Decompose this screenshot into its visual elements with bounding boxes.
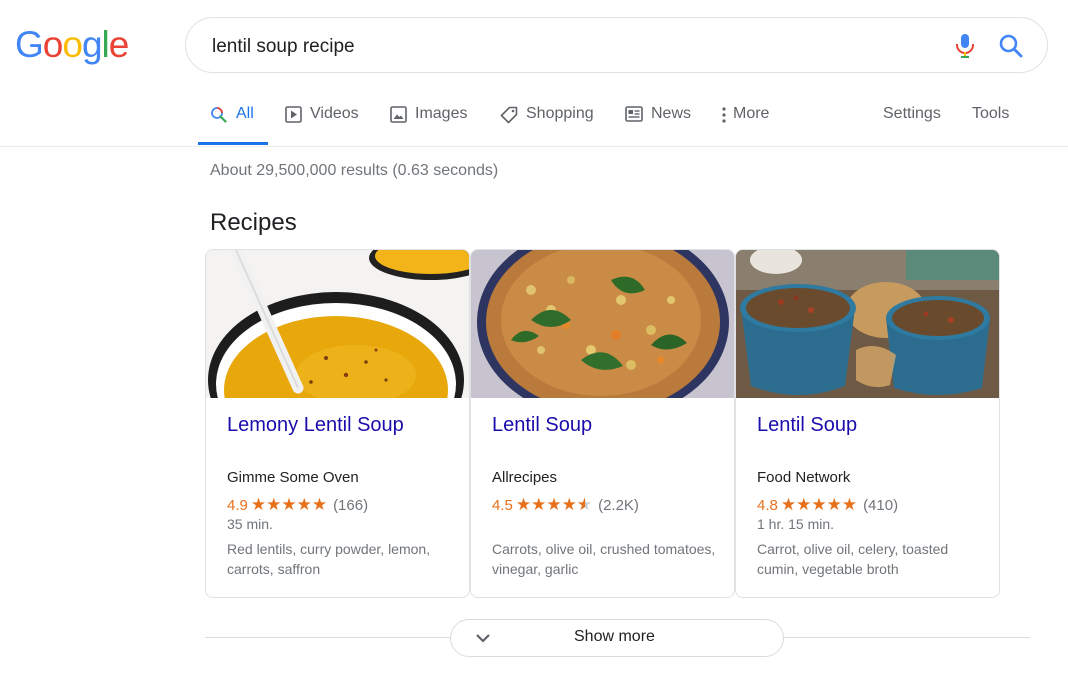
recipe-ingredients: Carrots, olive oil, crushed tomatoes, vi… <box>492 541 716 577</box>
star-rating-icon: ★★★★★★ <box>515 495 593 514</box>
tab-settings[interactable]: Settings <box>883 105 941 145</box>
divider <box>784 637 1030 638</box>
recipe-image <box>471 250 734 398</box>
result-stats: About 29,500,000 results (0.63 seconds) <box>210 162 499 179</box>
more-vert-icon <box>721 106 727 124</box>
tab-images[interactable]: Images <box>390 105 467 145</box>
logo-letter: o <box>42 24 64 65</box>
rating-value: 4.5 <box>492 496 513 514</box>
search-tabs: All Videos Images Shopping News More Set… <box>0 95 1068 147</box>
recipe-source: Allrecipes <box>492 469 558 486</box>
mic-icon[interactable] <box>953 32 977 60</box>
review-count: (2.2K) <box>598 496 639 514</box>
rating-value: 4.9 <box>227 496 248 514</box>
show-more-label: Show more <box>574 628 655 645</box>
star-rating-icon: ★★★★★ <box>250 495 328 514</box>
tab-label: Shopping <box>526 105 594 122</box>
google-logo[interactable]: Google <box>15 24 130 66</box>
recipe-rating: 4.8 ★★★★★ (410) <box>757 495 898 515</box>
rating-value: 4.8 <box>757 496 778 514</box>
play-icon <box>285 106 302 123</box>
recipes-heading: Recipes <box>210 209 297 236</box>
recipe-rating: 4.5 ★★★★★★ (2.2K) <box>492 495 639 515</box>
tab-shopping[interactable]: Shopping <box>500 105 594 145</box>
tab-label: All <box>236 105 254 122</box>
logo-letter: g <box>81 24 103 65</box>
review-count: (410) <box>863 496 899 514</box>
tab-tools[interactable]: Tools <box>972 105 1009 145</box>
image-icon <box>390 106 407 123</box>
tab-label: Videos <box>310 105 359 122</box>
recipe-title[interactable]: Lentil Soup <box>757 414 857 437</box>
search-input[interactable] <box>210 32 914 62</box>
recipe-time: 35 min. <box>227 516 273 532</box>
tab-more[interactable]: More <box>721 105 769 145</box>
logo-letter: e <box>108 24 130 65</box>
divider <box>205 637 450 638</box>
recipe-card[interactable]: Lemony Lentil Soup Gimme Some Oven 4.9 ★… <box>205 249 470 598</box>
search-box <box>185 17 1048 73</box>
tab-all[interactable]: All <box>198 105 268 145</box>
tag-icon <box>500 106 518 124</box>
recipe-ingredients: Red lentils, curry powder, lemon, carrot… <box>227 541 431 577</box>
search-icon <box>210 106 228 124</box>
tab-label: Images <box>415 105 468 122</box>
search-icon[interactable] <box>997 32 1025 60</box>
recipe-card[interactable]: Lentil Soup Allrecipes 4.5 ★★★★★★ (2.2K)… <box>470 249 735 598</box>
logo-letter: G <box>15 24 44 65</box>
logo-letter: o <box>62 24 83 65</box>
tab-label: News <box>651 105 692 122</box>
recipe-source: Food Network <box>757 469 851 486</box>
recipe-time: 1 hr. 15 min. <box>757 516 835 532</box>
tab-label: Settings <box>883 105 941 122</box>
news-icon <box>625 106 643 122</box>
recipe-source: Gimme Some Oven <box>227 469 359 486</box>
tab-news[interactable]: News <box>625 105 691 145</box>
recipe-ingredients: Carrot, olive oil, celery, toasted cumin… <box>757 541 949 577</box>
recipe-card[interactable]: Lentil Soup Food Network 4.8 ★★★★★ (410)… <box>735 249 1000 598</box>
tab-label: More <box>733 105 770 122</box>
recipe-image <box>206 250 469 398</box>
logo-letter: l <box>101 24 110 65</box>
recipe-rating: 4.9 ★★★★★ (166) <box>227 495 368 515</box>
recipe-title[interactable]: Lentil Soup <box>492 414 592 437</box>
tab-videos[interactable]: Videos <box>285 105 359 145</box>
recipe-image <box>736 250 999 398</box>
show-more-button[interactable]: Show more <box>450 619 784 657</box>
tab-label: Tools <box>972 105 1010 122</box>
recipe-title[interactable]: Lemony Lentil Soup <box>227 414 404 437</box>
chevron-down-icon <box>473 630 493 651</box>
review-count: (166) <box>333 496 369 514</box>
star-rating-icon: ★★★★★ <box>780 495 858 514</box>
